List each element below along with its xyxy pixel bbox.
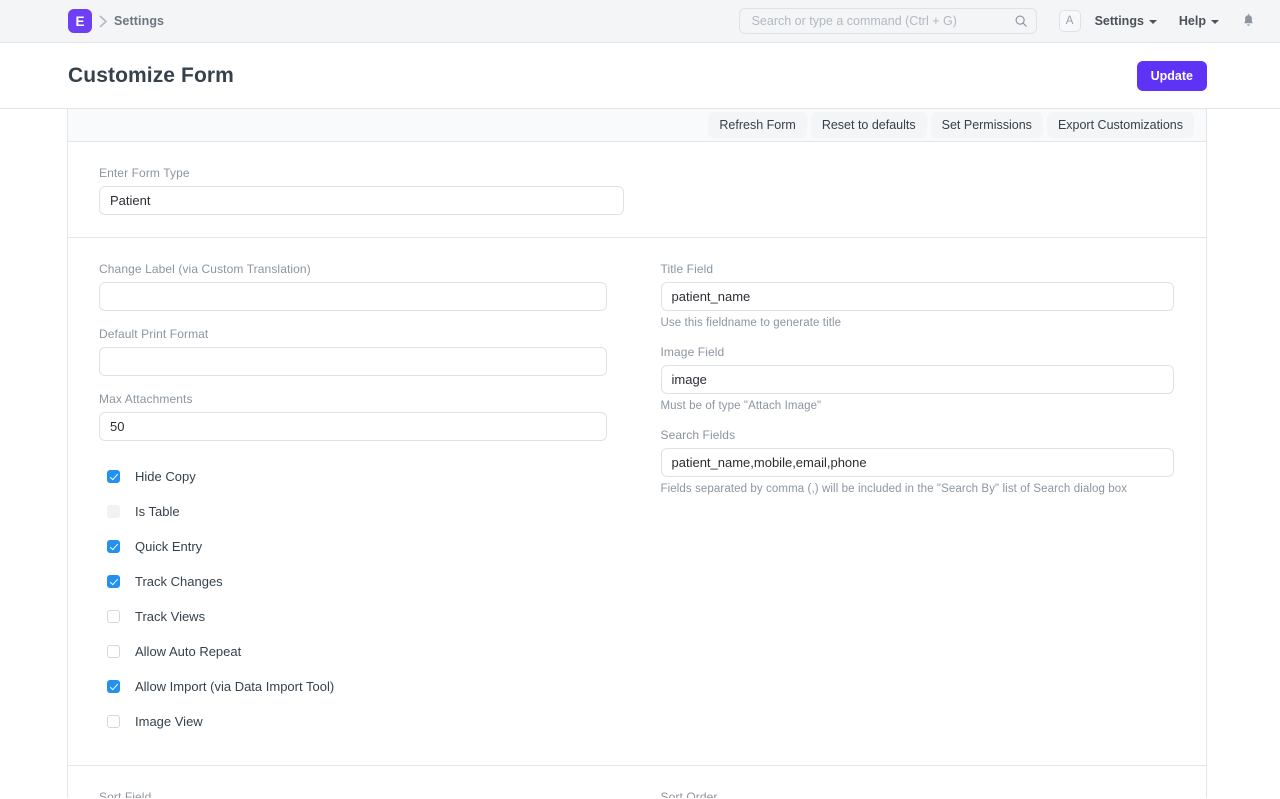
checkbox-row-track-changes[interactable]: Track Changes — [99, 564, 607, 599]
app-window: E Settings A Settings — [0, 0, 1280, 799]
checkbox-row-hide-copy[interactable]: Hide Copy — [99, 459, 607, 494]
reset-to-defaults-button[interactable]: Reset to defaults — [811, 112, 927, 138]
checkbox-allow-auto-repeat[interactable] — [107, 645, 120, 658]
update-button[interactable]: Update — [1137, 61, 1207, 91]
search-fields-label: Search Fields — [661, 428, 1175, 442]
default-print-format-input[interactable] — [99, 347, 607, 376]
export-customizations-button[interactable]: Export Customizations — [1047, 112, 1194, 138]
page-header: Customize Form Update — [0, 43, 1280, 109]
image-field-label: Image Field — [661, 345, 1175, 359]
form-settings-checkbox-group: Hide Copy Is Table Quick Entry T — [99, 459, 607, 739]
title-field-help: Use this fieldname to generate title — [661, 317, 1175, 329]
field-title-field: Title Field Use this fieldname to genera… — [661, 262, 1175, 329]
bell-icon[interactable] — [1241, 13, 1256, 29]
default-print-format-label: Default Print Format — [99, 327, 607, 341]
avatar[interactable]: A — [1059, 10, 1081, 32]
checkbox-hide-copy[interactable] — [107, 470, 120, 483]
navbar-right: A Settings Help — [739, 8, 1264, 34]
form-settings-left-column: Change Label (via Custom Translation) De… — [99, 262, 637, 739]
sort-order-label: Sort Order — [661, 790, 1175, 798]
sort-field-column: Sort Field — [99, 790, 637, 798]
chevron-down-icon — [1149, 20, 1157, 24]
checkbox-label-is-table: Is Table — [135, 504, 180, 519]
checkbox-label-allow-auto-repeat: Allow Auto Repeat — [135, 644, 241, 659]
left-gutter — [0, 109, 68, 798]
checkbox-row-track-views[interactable]: Track Views — [99, 599, 607, 634]
form-type-section: Enter Form Type — [68, 142, 1206, 238]
navbar: E Settings A Settings — [0, 0, 1280, 43]
nav-menu-help[interactable]: Help — [1179, 14, 1219, 28]
title-field-label: Title Field — [661, 262, 1175, 276]
field-form-type: Enter Form Type — [99, 166, 624, 215]
form-settings-section: Change Label (via Custom Translation) De… — [68, 238, 1206, 766]
title-field-input[interactable] — [661, 282, 1175, 311]
chevron-right-icon — [92, 15, 114, 28]
search-box[interactable] — [739, 8, 1037, 34]
field-max-attachments: Max Attachments — [99, 392, 607, 441]
checkbox-label-track-changes: Track Changes — [135, 574, 223, 589]
checkbox-label-allow-import: Allow Import (via Data Import Tool) — [135, 679, 334, 694]
sort-order-column: Sort Order — [637, 790, 1175, 798]
checkbox-quick-entry[interactable] — [107, 540, 120, 553]
search-input[interactable] — [750, 13, 1014, 29]
field-default-print-format: Default Print Format — [99, 327, 607, 376]
max-attachments-label: Max Attachments — [99, 392, 607, 406]
nav-menu-settings[interactable]: Settings — [1095, 14, 1157, 28]
checkbox-row-quick-entry[interactable]: Quick Entry — [99, 529, 607, 564]
search-icon[interactable] — [1014, 14, 1028, 28]
field-search-fields: Search Fields Fields separated by comma … — [661, 428, 1175, 495]
form-settings-right-column: Title Field Use this fieldname to genera… — [637, 262, 1175, 739]
nav-menu-help-label: Help — [1179, 14, 1206, 28]
breadcrumb[interactable]: Settings — [114, 14, 164, 28]
nav-menu-settings-label: Settings — [1095, 14, 1144, 28]
checkbox-row-allow-auto-repeat[interactable]: Allow Auto Repeat — [99, 634, 607, 669]
checkbox-row-is-table[interactable]: Is Table — [99, 494, 607, 529]
sort-field-label: Sort Field — [99, 790, 607, 798]
checkbox-track-changes[interactable] — [107, 575, 120, 588]
field-change-label: Change Label (via Custom Translation) — [99, 262, 607, 311]
image-field-input[interactable] — [661, 365, 1175, 394]
refresh-form-button[interactable]: Refresh Form — [708, 112, 806, 138]
page-title: Customize Form — [68, 64, 234, 88]
form-type-label: Enter Form Type — [99, 166, 624, 180]
checkbox-row-image-view[interactable]: Image View — [99, 704, 607, 739]
sort-section: Sort Field Sort Order — [68, 766, 1206, 798]
form-card: Refresh Form Reset to defaults Set Permi… — [68, 109, 1207, 798]
set-permissions-button[interactable]: Set Permissions — [931, 112, 1043, 138]
max-attachments-input[interactable] — [99, 412, 607, 441]
form-type-input[interactable] — [99, 186, 624, 215]
checkbox-label-hide-copy: Hide Copy — [135, 469, 196, 484]
form-toolbar: Refresh Form Reset to defaults Set Permi… — [68, 109, 1206, 142]
page-body: Refresh Form Reset to defaults Set Permi… — [0, 109, 1280, 798]
field-image-field: Image Field Must be of type "Attach Imag… — [661, 345, 1175, 412]
checkbox-allow-import[interactable] — [107, 680, 120, 693]
checkbox-image-view[interactable] — [107, 715, 120, 728]
checkbox-is-table — [107, 505, 120, 518]
right-gutter — [1207, 109, 1280, 798]
change-label-label: Change Label (via Custom Translation) — [99, 262, 607, 276]
checkbox-row-allow-import[interactable]: Allow Import (via Data Import Tool) — [99, 669, 607, 704]
search-fields-input[interactable] — [661, 448, 1175, 477]
change-label-input[interactable] — [99, 282, 607, 311]
chevron-down-icon — [1211, 20, 1219, 24]
checkbox-label-quick-entry: Quick Entry — [135, 539, 202, 554]
navbar-left: E Settings — [0, 9, 164, 33]
app-logo-icon[interactable]: E — [68, 9, 92, 33]
search-fields-help: Fields separated by comma (,) will be in… — [661, 483, 1175, 495]
checkbox-label-track-views: Track Views — [135, 609, 205, 624]
image-field-help: Must be of type "Attach Image" — [661, 400, 1175, 412]
checkbox-label-image-view: Image View — [135, 714, 203, 729]
checkbox-track-views[interactable] — [107, 610, 120, 623]
